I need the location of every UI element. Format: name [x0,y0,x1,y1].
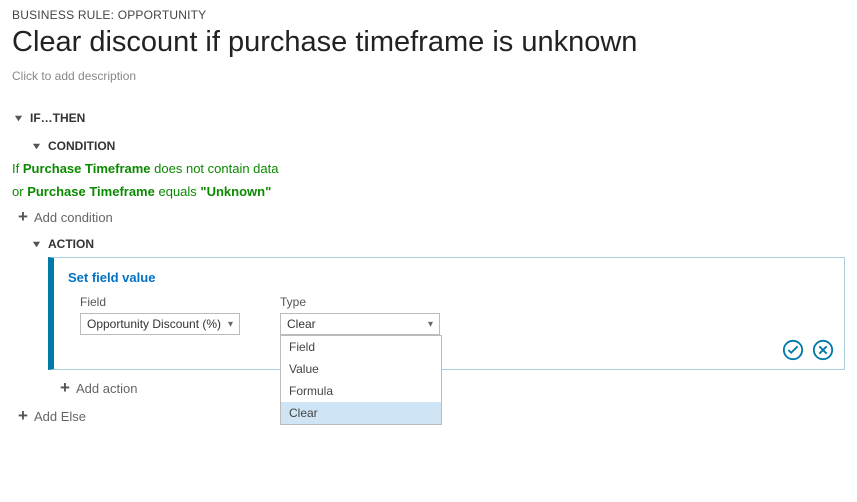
type-option-value[interactable]: Value [281,358,441,380]
field-dropdown[interactable]: Opportunity Discount (%) ▾ [80,313,240,335]
expander-condition[interactable] [30,140,42,152]
condition-row-2[interactable]: or Purchase Timeframe equals "Unknown" [12,184,845,199]
condition-prefix: If [12,161,19,176]
add-condition-button[interactable]: + Add condition [12,207,845,227]
add-else-label: Add Else [34,409,86,424]
condition-row-1[interactable]: If Purchase Timeframe does not contain d… [12,161,845,176]
add-action-button[interactable]: + Add action [54,378,845,398]
expander-action[interactable] [30,238,42,250]
add-action-label: Add action [76,381,137,396]
type-dropdown[interactable]: Clear ▾ Field Value Formula Clear [280,313,440,335]
section-header-condition: CONDITION [48,139,115,153]
type-option-formula[interactable]: Formula [281,380,441,402]
condition-field: Purchase Timeframe [27,184,155,199]
cancel-button[interactable] [812,339,834,361]
condition-field: Purchase Timeframe [23,161,151,176]
type-label: Type [280,295,440,309]
condition-prefix: or [12,184,24,199]
condition-operator: does not contain data [154,161,278,176]
confirm-button[interactable] [782,339,804,361]
chevron-down-icon: ▾ [428,319,433,330]
breadcrumb: BUSINESS RULE: Opportunity [12,8,845,22]
condition-mid: equals [158,184,196,199]
type-option-clear[interactable]: Clear [281,402,441,424]
action-panel: Set field value Field Opportunity Discou… [48,257,845,370]
section-header-action: ACTION [48,237,94,251]
type-option-field[interactable]: Field [281,336,441,358]
field-dropdown-value: Opportunity Discount (%) [87,317,221,331]
type-dropdown-value: Clear [287,317,316,331]
condition-value: "Unknown" [200,184,271,199]
chevron-down-icon: ▾ [228,319,233,330]
expander-ifthen[interactable] [12,112,24,124]
plus-icon: + [54,378,76,398]
page-title: Clear discount if purchase timeframe is … [12,26,845,59]
add-condition-label: Add condition [34,210,113,225]
plus-icon: + [12,207,34,227]
plus-icon: + [12,406,34,426]
field-label: Field [80,295,240,309]
description-placeholder[interactable]: Click to add description [12,69,845,83]
section-header-ifthen: IF…THEN [30,111,85,125]
type-dropdown-menu: Field Value Formula Clear [280,335,442,425]
action-panel-title: Set field value [68,270,830,285]
